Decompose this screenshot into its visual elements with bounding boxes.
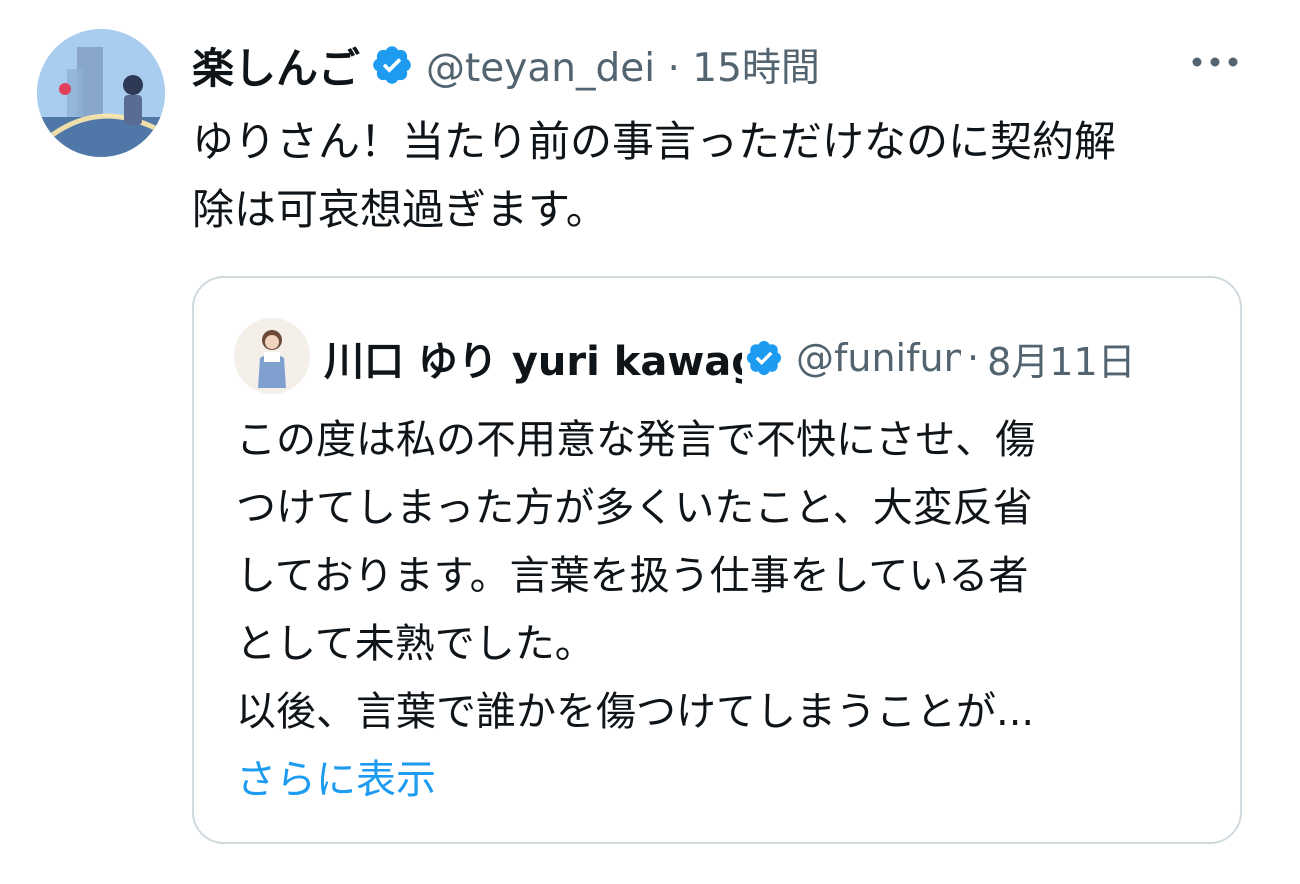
- quoted-author-handle[interactable]: @funifuni: [796, 336, 961, 380]
- show-more-link[interactable]: さらに表示: [236, 746, 1226, 814]
- tweet-text: ゆりさん！当たり前の事言っただけなのに契約解 除は可哀想過ぎます。: [192, 108, 1272, 244]
- quoted-text-line: しております。言葉を扱う仕事をしている者: [236, 553, 1029, 599]
- tweet-meta[interactable]: @teyan_dei · 15時間: [426, 37, 820, 93]
- quoted-tweet-date[interactable]: 8月11日: [987, 331, 1136, 386]
- verified-badge-icon: [746, 340, 782, 376]
- quoted-text-line: つけてしまった方が多くいたこと、大変反省: [236, 485, 1033, 531]
- tweet-header: 楽しんご @teyan_dei · 15時間: [192, 34, 820, 96]
- quoted-text-line: として未熟でした。: [236, 621, 595, 667]
- author-avatar[interactable]: [37, 29, 165, 157]
- quoted-author-avatar[interactable]: [234, 318, 310, 394]
- quoted-tweet-text: この度は私の不用意な発言で不快にさせ、傷 つけてしまった方が多くいたこと、大変反…: [236, 406, 1226, 814]
- verified-badge-icon: [373, 46, 411, 84]
- avatar-image: [37, 29, 165, 157]
- quoted-text-line: 以後、言葉で誰かを傷つけてしまうことが...: [236, 689, 1035, 735]
- author-name[interactable]: 楽しんご: [192, 35, 360, 96]
- quoted-author-name[interactable]: 川口 ゆり yuri kawaguchi: [324, 329, 742, 387]
- tweet-text-line: ゆりさん！当たり前の事言っただけなのに契約解: [192, 117, 1117, 166]
- quoted-tweet-header: 川口 ゆり yuri kawaguchi @funifuni · 8月11日: [324, 328, 1136, 388]
- quoted-tweet-card[interactable]: 川口 ゆり yuri kawaguchi @funifuni · 8月11日 こ…: [192, 276, 1242, 844]
- tweet-text-line: 除は可哀想過ぎます。: [192, 185, 608, 234]
- quoted-text-line: この度は私の不用意な発言で不快にさせ、傷: [236, 417, 1036, 463]
- more-horizontal-icon[interactable]: [1186, 42, 1244, 82]
- meta-separator: ·: [967, 336, 980, 380]
- quoted-avatar-image: [234, 318, 310, 394]
